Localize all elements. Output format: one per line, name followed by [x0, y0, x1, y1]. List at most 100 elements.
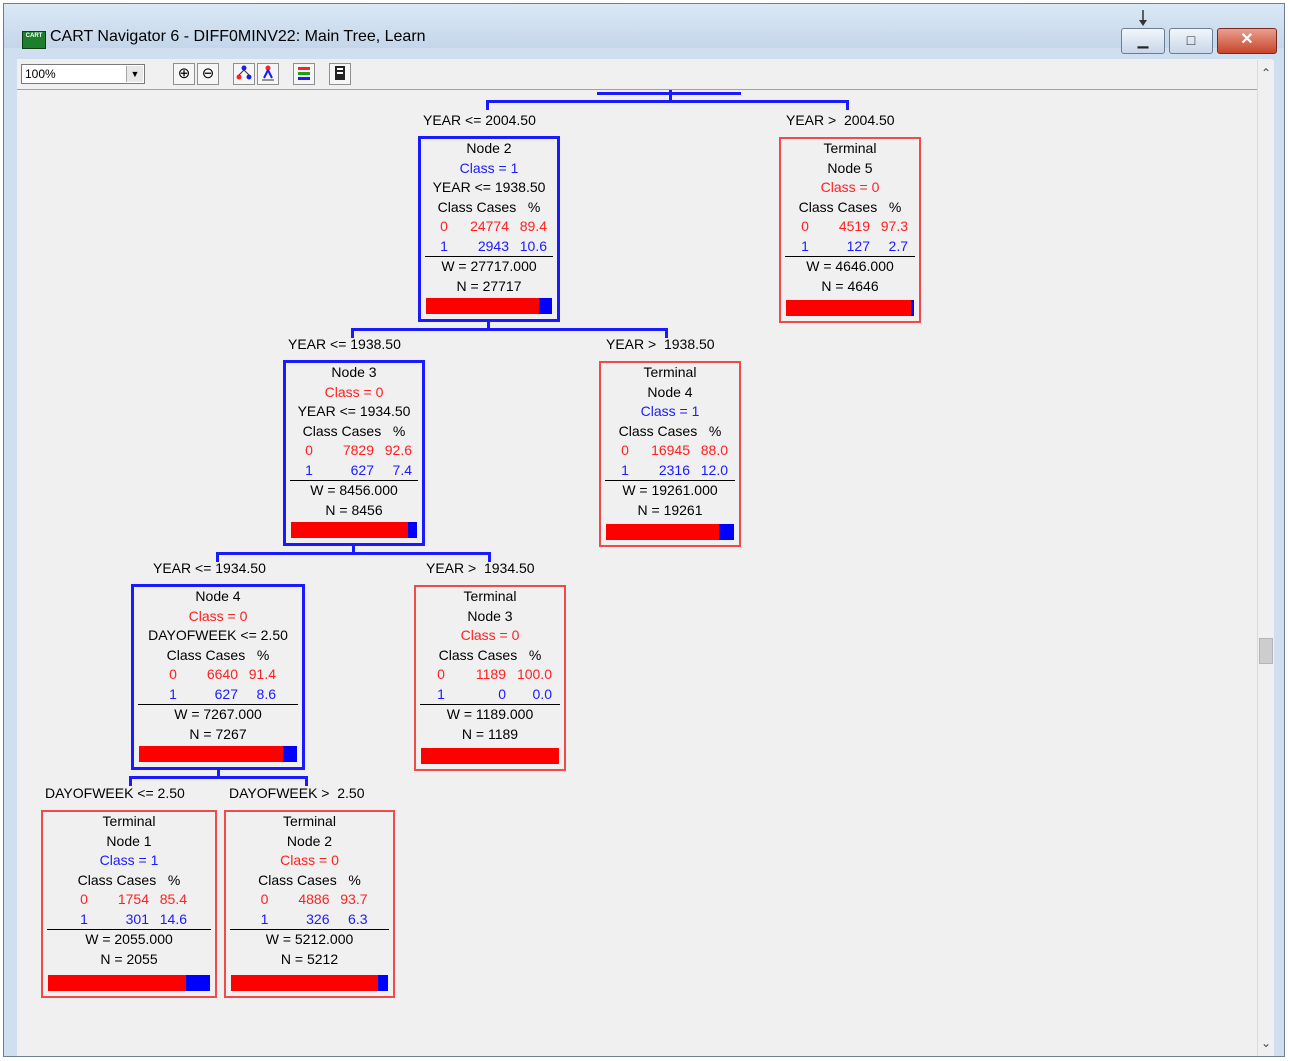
color-bars-button[interactable]: [293, 63, 315, 85]
class-cases: 1189: [475, 666, 506, 682]
tree-node-terminal4[interactable]: Terminal Node 4 Class = 1 Class Cases % …: [599, 361, 741, 547]
class-cases: 6640: [206, 666, 238, 682]
node-title: Node 2: [286, 832, 333, 849]
tree-summary-button[interactable]: [257, 63, 279, 85]
class-cases-header: Class Cases %: [437, 198, 541, 215]
class-cases-header: Class Cases %: [618, 422, 722, 439]
class-row-1: 1 2943 10.6: [421, 237, 557, 257]
node-count: N = 7267: [189, 725, 247, 742]
class-code: 0: [801, 218, 809, 234]
class-row-1: 1 2316 12.0: [601, 461, 739, 481]
zoom-in-button[interactable]: ⊕: [173, 63, 195, 85]
class-cases: 301: [125, 910, 149, 927]
tree-canvas[interactable]: YEAR <= 2004.50 YEAR > 2004.50 YEAR <= 1…: [17, 90, 1257, 1056]
cart-navigator-window: CART CART Navigator 6 - DIFF0MINV22: Mai…: [3, 3, 1285, 1057]
zoom-out-icon: ⊖: [201, 65, 215, 82]
class-distribution-bar: [421, 748, 559, 764]
node-class: Class = 1: [99, 852, 159, 868]
node-class: Class = 0: [820, 179, 880, 195]
class-cases-header: Class Cases %: [77, 871, 181, 888]
class-code: 0: [437, 666, 445, 682]
terminal-label: Terminal: [463, 588, 517, 604]
node-count: N = 27717: [456, 277, 522, 294]
class-row-1: 1 627 7.4: [286, 461, 422, 481]
class1-bar-segment: [538, 298, 552, 314]
scroll-up-icon[interactable]: ⌃: [1258, 64, 1274, 82]
tree-node-terminal1[interactable]: Terminal Node 1 Class = 1 Class Cases % …: [41, 810, 217, 998]
class-cases: 326: [306, 910, 330, 927]
tree-detail-button[interactable]: [233, 63, 255, 85]
split-label: YEAR > 1934.50: [426, 560, 535, 576]
node-weight: W = 2055.000: [85, 931, 173, 947]
class-row-0: 0 6640 91.4: [134, 665, 302, 685]
class-row-1: 1 127 2.7: [781, 237, 919, 257]
tree-node-terminal2[interactable]: Terminal Node 2 Class = 0 Class Cases % …: [224, 810, 395, 998]
terminal-label: Terminal: [102, 813, 156, 829]
class-distribution-bar: [786, 300, 914, 316]
class-code: 1: [440, 237, 448, 254]
scroll-thumb[interactable]: [1259, 638, 1273, 664]
minimize-button[interactable]: ▁: [1121, 28, 1165, 54]
node-weight: W = 7267.000: [174, 706, 262, 722]
split-label: YEAR <= 1938.50: [288, 336, 401, 352]
class1-bar-segment: [283, 746, 297, 762]
node-class: Class = 0: [280, 852, 339, 868]
maximize-button[interactable]: □: [1169, 28, 1213, 54]
split-label: YEAR > 2004.50: [786, 112, 895, 128]
node-weight: W = 4646.000: [806, 258, 894, 274]
class-cases: 0: [498, 685, 506, 702]
class-distribution-bar: [48, 975, 210, 991]
class-row-0: 0 4519 97.3: [781, 217, 919, 237]
class1-bar-segment: [910, 300, 914, 316]
tree-node-node3[interactable]: Node 3 Class = 0 YEAR <= 1934.50 Class C…: [283, 360, 425, 546]
close-button[interactable]: ✕: [1217, 28, 1277, 54]
node-split-rule: YEAR <= 1934.50: [297, 403, 411, 419]
report-button[interactable]: [329, 63, 351, 85]
n4-split-line: [129, 776, 307, 779]
node-weight: W = 27717.000: [441, 258, 537, 274]
class-pct: 6.3: [348, 910, 368, 927]
class-code: 0: [621, 442, 629, 458]
root-left-drop: [486, 100, 489, 110]
node-class: Class = 1: [459, 159, 519, 176]
title-bar[interactable]: CART CART Navigator 6 - DIFF0MINV22: Mai…: [4, 4, 1284, 54]
vertical-scrollbar[interactable]: ⌃ ⌄: [1257, 60, 1274, 1056]
class-code: 0: [440, 218, 448, 234]
zoom-value: 100%: [25, 67, 56, 81]
class-row-1: 1 627 8.6: [134, 685, 302, 705]
class-cases: 1754: [117, 891, 149, 907]
close-icon: ✕: [1240, 31, 1254, 48]
class-cases: 4519: [838, 218, 870, 234]
class-distribution-bar: [426, 298, 552, 314]
minimize-icon: ▁: [1137, 32, 1149, 48]
tree-node-node2[interactable]: Node 2 Class = 1 YEAR <= 1938.50 Class C…: [418, 136, 560, 322]
node-class: Class = 0: [460, 627, 520, 643]
node-class: Class = 1: [640, 403, 700, 419]
chevron-down-icon[interactable]: ▼: [126, 66, 143, 82]
class-pct: 92.6: [384, 442, 412, 458]
cart-app-icon: CART: [22, 31, 46, 49]
split-label: YEAR <= 1934.50: [153, 560, 266, 576]
node-class: Class = 0: [324, 383, 384, 400]
class-cases-header: Class Cases %: [258, 871, 361, 888]
class-row-0: 0 4886 93.7: [226, 890, 393, 910]
class-code: 1: [305, 461, 313, 478]
zoom-out-button[interactable]: ⊖: [197, 63, 219, 85]
node-title: Node 2: [466, 140, 512, 156]
class-cases: 127: [846, 237, 870, 254]
class-pct: 10.6: [519, 237, 547, 254]
pin-icon[interactable]: [1137, 10, 1149, 30]
class-row-0: 0 24774 89.4: [421, 217, 557, 237]
zoom-select[interactable]: 100% ▼: [21, 64, 145, 84]
tree-detail-icon: [236, 65, 252, 80]
class-row-1: 1 326 6.3: [226, 910, 393, 930]
terminal-label: Terminal: [823, 140, 877, 156]
tree-node-node4[interactable]: Node 4 Class = 0 DAYOFWEEK <= 2.50 Class…: [131, 584, 305, 770]
scroll-down-icon[interactable]: ⌄: [1258, 1034, 1274, 1052]
tree-node-terminal5[interactable]: Terminal Node 5 Class = 0 Class Cases % …: [779, 137, 921, 323]
tree-node-terminal3[interactable]: Terminal Node 3 Class = 0 Class Cases % …: [414, 585, 566, 771]
class-pct: 100.0: [516, 666, 552, 682]
class-cases-header: Class Cases %: [302, 422, 406, 439]
node-weight: W = 1189.000: [446, 706, 534, 722]
node-title: Node 5: [827, 159, 873, 176]
